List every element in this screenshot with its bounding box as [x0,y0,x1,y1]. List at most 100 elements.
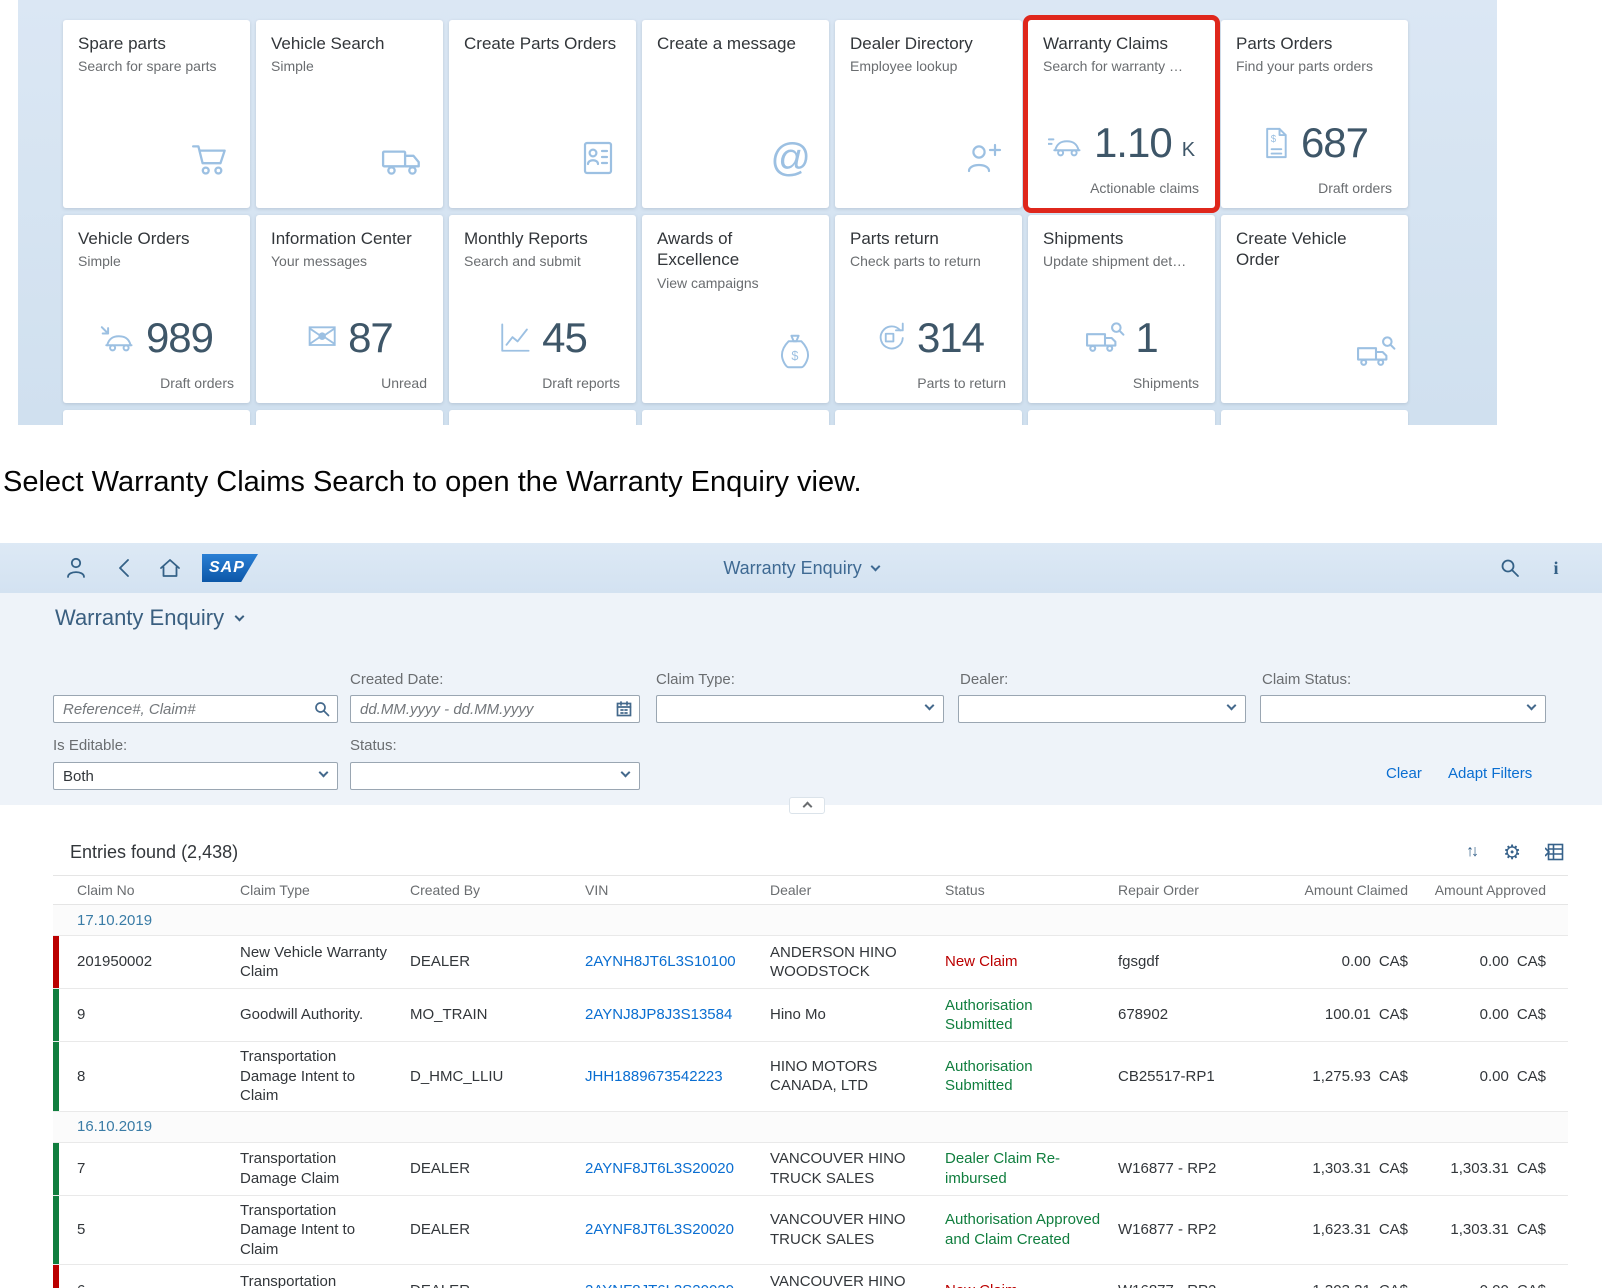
created-date-input[interactable] [350,695,640,723]
column-header[interactable]: Repair Order [1118,882,1288,898]
cell-amount-claimed: 1,303.31CA$ [1288,1154,1408,1184]
tile-kpi-value: 87 [348,314,393,362]
export-icon[interactable] [1545,843,1564,861]
tile-warranty-claims[interactable]: Warranty Claims Search for warranty … 1.… [1028,20,1215,208]
tile-vehicle-orders[interactable]: Vehicle Orders Simple 989 Draft orders [63,215,250,403]
tile-partial[interactable] [835,410,1022,425]
tile-kpi-value: 1.10 [1094,119,1172,167]
chevron-down-icon [870,561,880,571]
tile-title: Vehicle Search [271,33,428,54]
column-header[interactable]: Created By [410,882,585,898]
tile-partial[interactable] [642,410,829,425]
vin-link[interactable]: 2AYNF8JT6L3S20020 [585,1215,770,1245]
tile-partial[interactable] [1028,410,1215,425]
create-vehicle-truck-icon [1356,335,1396,369]
vin-link[interactable]: JHH1889673542223 [585,1062,770,1092]
search-icon[interactable] [314,701,330,717]
column-header[interactable]: Claim No [59,882,240,898]
page-title[interactable]: Warranty Enquiry [55,605,243,631]
tile-title: Dealer Directory [850,33,1007,54]
cell-amount-approved: 0.00CA$ [1408,1062,1568,1092]
cell-created-by: MO_TRAIN [410,1000,585,1030]
column-header[interactable]: Status [945,882,1118,898]
table-header-row: Claim No Claim Type Created By VIN Deale… [53,875,1568,905]
tile-subtitle: Search for warranty … [1043,58,1200,76]
tile-create-a-message[interactable]: Create a message @ [642,20,829,208]
adapt-filters-link[interactable]: Adapt Filters [1448,765,1532,782]
group-header-date[interactable]: 17.10.2019 [53,905,1568,936]
column-header[interactable]: VIN [585,882,770,898]
cell-claim-type: Transportation Damage Intent to Claim [240,1042,410,1111]
tile-footer-label: Unread [381,375,427,391]
tile-monthly-reports[interactable]: Monthly Reports Search and submit 45 Dra… [449,215,636,403]
tile-kpi-value: 989 [146,314,213,362]
search-icon[interactable] [1492,543,1528,593]
cell-amount-approved: 0.00CA$ [1408,1000,1568,1030]
info-icon[interactable]: i [1542,543,1570,593]
tile-partial[interactable] [449,410,636,425]
table-row[interactable]: 201950002 New Vehicle Warranty Claim DEA… [53,936,1568,989]
tile-title: Parts Orders [1236,33,1393,54]
vin-link[interactable]: 2AYNF8JT6L3S20020 [585,1276,770,1288]
vin-link[interactable]: 2AYNF8JT6L3S20020 [585,1154,770,1184]
shell-app-title[interactable]: Warranty Enquiry [0,543,1602,593]
is-editable-value: Both [63,768,94,785]
parts-order-card-icon [578,138,618,178]
envelope-icon: ✉ [306,319,338,357]
tile-footer-label: Shipments [1133,375,1199,391]
claims-table: Claim No Claim Type Created By VIN Deale… [53,875,1568,1288]
tile-title: Create Vehicle Order [1236,228,1393,271]
collapse-filter-button[interactable] [789,797,825,814]
calendar-icon[interactable] [616,701,632,717]
sort-icon[interactable]: ↑↓ [1466,843,1479,861]
group-header-date[interactable]: 16.10.2019 [53,1112,1568,1143]
tile-partial[interactable] [63,410,250,425]
vin-link[interactable]: 2AYNH8JT6L3S10100 [585,947,770,977]
tile-footer-label: Draft reports [542,375,620,391]
vin-link[interactable]: 2AYNJ8JP8J3S13584 [585,1000,770,1030]
is-editable-label: Is Editable: [53,737,127,754]
created-date-field [350,695,640,723]
reference-claim-search-field [53,695,338,723]
table-row[interactable]: 5 Transportation Damage Intent to Claim … [53,1196,1568,1266]
tile-dealer-directory[interactable]: Dealer Directory Employee lookup [835,20,1022,208]
tile-spare-parts[interactable]: Spare parts Search for spare parts [63,20,250,208]
fiori-launchpad: Spare parts Search for spare parts Vehic… [18,0,1497,425]
is-editable-select[interactable]: Both [53,762,338,790]
column-header[interactable]: Amount Claimed [1288,882,1408,898]
table-row[interactable]: 7 Transportation Damage Claim DEALER 2AY… [53,1143,1568,1196]
claim-status-select[interactable] [1260,695,1546,723]
dealer-select[interactable] [958,695,1246,723]
reference-claim-search-input[interactable] [53,695,338,723]
clear-filters-link[interactable]: Clear [1386,765,1422,782]
cell-claim-no: 6 [59,1276,240,1288]
tile-create-parts-orders[interactable]: Create Parts Orders [449,20,636,208]
add-employee-icon [964,140,1004,178]
cell-claim-no: 5 [59,1215,240,1245]
tile-shipments[interactable]: Shipments Update shipment det… 1 Shipmen… [1028,215,1215,403]
tile-footer-label: Draft orders [160,375,234,391]
chevron-down-icon [925,701,935,711]
tile-awards-of-excellence[interactable]: Awards of Excellence View campaigns $ [642,215,829,403]
cell-repair-order: W16877 - RP2 [1118,1215,1288,1245]
tile-create-vehicle-order[interactable]: Create Vehicle Order [1221,215,1408,403]
tile-vehicle-search[interactable]: Vehicle Search Simple [256,20,443,208]
tile-information-center[interactable]: Information Center Your messages ✉ 87 Un… [256,215,443,403]
column-header[interactable]: Claim Type [240,882,410,898]
tile-parts-orders[interactable]: Parts Orders Find your parts orders $ 68… [1221,20,1408,208]
cell-claim-type: Transportation Damage Claim [240,1144,410,1193]
tile-partial[interactable] [1221,410,1408,425]
table-row[interactable]: 6 Transportation Damage Claim DEALER 2AY… [53,1265,1568,1288]
results-table-section: Entries found (2,438) ↑↓ ⚙ Claim No Clai… [0,805,1602,1288]
cell-dealer: VANCOUVER HINO TRUCK SALES [770,1144,945,1193]
tile-partial[interactable] [256,410,443,425]
tile-parts-return[interactable]: Parts return Check parts to return 314 P… [835,215,1022,403]
table-row[interactable]: 8 Transportation Damage Intent to Claim … [53,1042,1568,1112]
claim-type-select[interactable] [656,695,944,723]
tile-footer-label: Parts to return [917,375,1006,391]
settings-icon[interactable]: ⚙ [1503,840,1521,865]
column-header[interactable]: Dealer [770,882,945,898]
column-header[interactable]: Amount Approved [1408,882,1568,898]
table-row[interactable]: 9 Goodwill Authority. MO_TRAIN 2AYNJ8JP8… [53,989,1568,1042]
status-select[interactable] [350,762,640,790]
